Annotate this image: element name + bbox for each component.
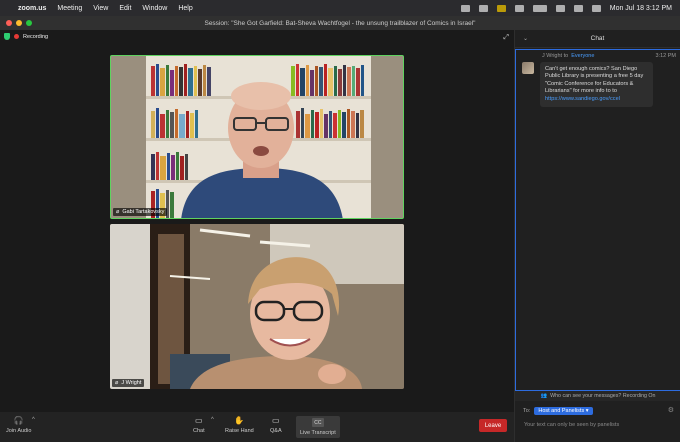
recording-dot-icon: [14, 34, 19, 39]
clock[interactable]: Mon Jul 18 3:12 PM: [610, 5, 672, 12]
battery-icon[interactable]: [532, 4, 547, 12]
record-status-icon[interactable]: [460, 4, 470, 12]
qa-button[interactable]: ▭ Q&A: [270, 416, 282, 434]
message-sender: J Wright to: [542, 53, 569, 59]
recipient-select-label: Host and Panelists: [538, 408, 585, 414]
control-center-icon[interactable]: [591, 4, 601, 12]
menu-edit[interactable]: Edit: [119, 5, 131, 12]
chat-panel: ⌄ Chat J Wright to Everyone 3:12 PM Can'…: [514, 30, 680, 442]
who-can-see-link[interactable]: 👥 Who can see your messages? Recording O…: [515, 391, 680, 401]
live-transcript-label: Live Transcript: [300, 430, 336, 436]
menu-view[interactable]: View: [93, 5, 108, 12]
wifi-icon[interactable]: [555, 4, 565, 12]
join-audio-label: Join Audio: [6, 428, 32, 434]
raise-hand-label: Raise Hand: [225, 428, 254, 434]
participant-name: Gabi Tartakovsky: [122, 209, 165, 215]
qa-label: Q&A: [270, 428, 282, 434]
chevron-up-icon[interactable]: ^: [32, 417, 35, 423]
join-audio-button[interactable]: 🎧 Join Audio: [6, 416, 31, 434]
expand-icon[interactable]: ⤢: [503, 34, 509, 42]
recording-indicator: Recording: [4, 33, 48, 40]
raise-hand-button[interactable]: ✋ Raise Hand: [225, 416, 254, 434]
shield-icon[interactable]: [4, 33, 10, 40]
chat-input[interactable]: Your text can only be seen by panelists: [524, 422, 619, 428]
menu-help[interactable]: Help: [178, 5, 192, 12]
headphones-icon: 🎧: [13, 416, 24, 425]
chat-label: Chat: [193, 428, 205, 434]
recipient-row: To: Host and Panelists ▾: [523, 407, 593, 415]
message-link[interactable]: https://www.sandiego.gov/ccel: [545, 96, 620, 102]
search-icon[interactable]: [573, 4, 583, 12]
to-label: To:: [523, 408, 531, 414]
status-area: Mon Jul 18 3:12 PM: [460, 4, 672, 12]
video-tile-speaker[interactable]: ⌀ Gabi Tartakovsky: [110, 55, 404, 219]
message-recipient: Everyone: [571, 53, 595, 59]
chat-button[interactable]: ▭ Chat: [193, 416, 205, 434]
video-area: Recording ⤢ ⌀ Gabi Tartakovsky ⌀ J Wrigh…: [0, 30, 514, 412]
leave-button[interactable]: Leave: [479, 419, 507, 432]
chat-compose: To: Host and Panelists ▾ ⚙ Your text can…: [515, 402, 680, 442]
recipient-select[interactable]: Host and Panelists ▾: [534, 407, 593, 415]
message-meta: J Wright to Everyone 3:12 PM: [542, 53, 676, 59]
grid-icon[interactable]: [514, 4, 524, 12]
participant-name-badge: ⌀ J Wright: [112, 379, 145, 387]
mic-muted-icon: ⌀: [116, 209, 120, 215]
window-title: Session: "She Got Garfield: Bat-Sheva Wa…: [204, 19, 476, 27]
chevron-down-icon[interactable]: ⌄: [523, 35, 528, 42]
menu-window[interactable]: Window: [142, 5, 167, 12]
mic-muted-icon: ⌀: [115, 380, 119, 386]
participant-name: J Wright: [121, 380, 142, 386]
who-can-see-label: Who can see your messages? Recording On: [550, 393, 656, 399]
menu-app[interactable]: zoom.us: [18, 5, 46, 12]
recording-label: Recording: [23, 33, 49, 40]
chat-title: Chat: [590, 35, 605, 42]
message-time: 3:12 PM: [655, 53, 676, 59]
menu-meeting[interactable]: Meeting: [57, 5, 82, 12]
avatar: [522, 62, 534, 74]
chat-header: ⌄ Chat: [515, 30, 680, 48]
participant-name-badge: ⌀ Gabi Tartakovsky: [113, 208, 168, 216]
window-titlebar: Session: "She Got Garfield: Bat-Sheva Wa…: [0, 16, 680, 30]
speaker-video-frame: [111, 56, 403, 218]
people-icon: 👥: [540, 393, 548, 399]
video-tile-participant[interactable]: ⌀ J Wright: [110, 224, 404, 389]
message-text: Can't get enough comics? San Diego Publi…: [545, 66, 644, 95]
gear-icon[interactable]: ⚙: [668, 406, 674, 414]
meeting-toolbar: 🎧 Join Audio ^ ▭ Chat ^ ✋ Raise Hand ▭ Q…: [0, 412, 514, 442]
participant-video-frame: [110, 224, 404, 389]
macos-menubar: zoom.us Meeting View Edit Window Help Mo…: [0, 0, 680, 16]
michigan-icon[interactable]: [496, 4, 506, 12]
qa-icon: ▭: [272, 416, 280, 425]
cc-icon: CC: [311, 418, 324, 427]
hand-icon: ✋: [234, 416, 245, 425]
chat-messages[interactable]: J Wright to Everyone 3:12 PM Can't get e…: [515, 49, 680, 391]
live-transcript-button[interactable]: CC Live Transcript: [296, 416, 340, 438]
menu-extra-icon[interactable]: [478, 4, 488, 12]
chat-message: Can't get enough comics? San Diego Publi…: [540, 62, 653, 107]
chevron-up-icon[interactable]: ^: [211, 417, 214, 423]
chat-bubble-icon: ▭: [195, 416, 203, 425]
